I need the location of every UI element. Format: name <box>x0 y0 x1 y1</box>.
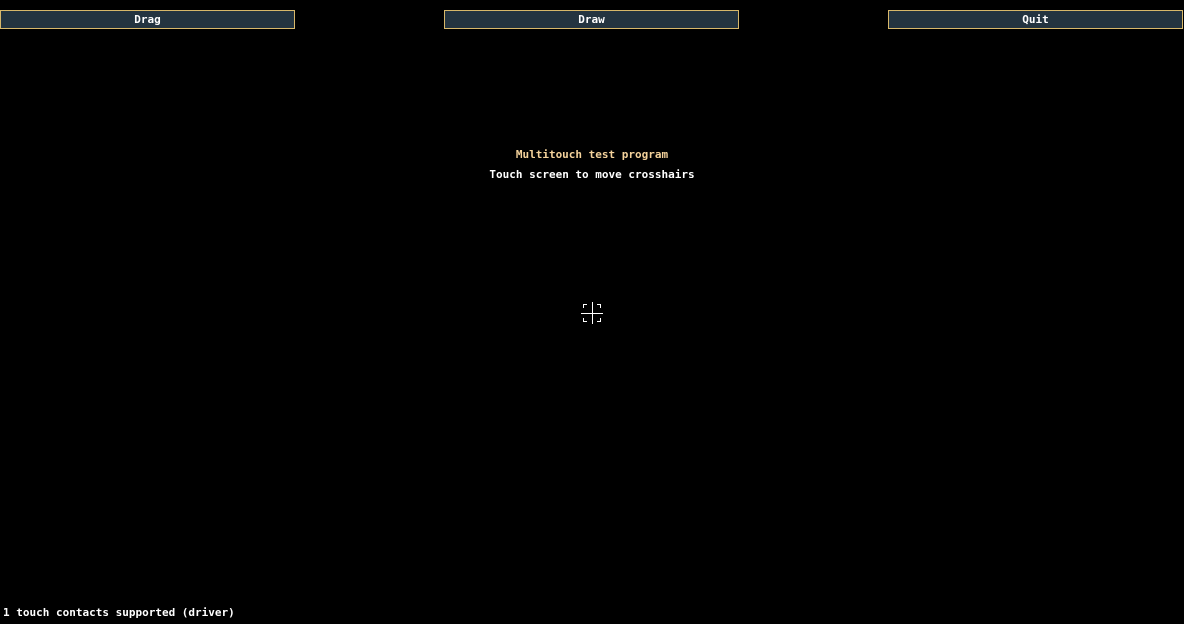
instructions-text: Touch screen to move crosshairs <box>489 168 695 181</box>
draw-button[interactable]: Draw <box>444 10 739 29</box>
quit-button[interactable]: Quit <box>888 10 1183 29</box>
drag-button[interactable]: Drag <box>0 10 295 29</box>
program-title: Multitouch test program <box>515 148 669 161</box>
crosshair-icon[interactable] <box>581 302 603 324</box>
status-text: 1 touch contacts supported (driver) <box>3 606 235 619</box>
